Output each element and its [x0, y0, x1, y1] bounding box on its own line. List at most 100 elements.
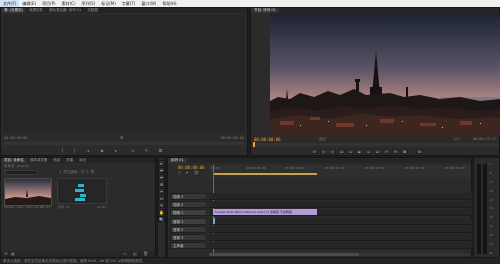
program-timebar[interactable]	[253, 142, 499, 147]
tab-metadata[interactable]: 元数据	[84, 8, 101, 13]
menu-file[interactable]: 文件(F)	[0, 0, 20, 7]
insert-icon[interactable]: ⇲	[131, 149, 134, 153]
track-header-v1[interactable]: 视频 1	[170, 209, 207, 216]
mark-in-button[interactable]: {	[320, 149, 327, 154]
track-lane-v1[interactable]: Sunset-Over-Tallinn-Estonia.mp4 [V] 透明度:…	[209, 209, 481, 216]
delete-icon[interactable]: 🗑	[143, 252, 148, 256]
tab-sequence[interactable]: 序列 01	[168, 158, 187, 163]
play-icon[interactable]: ▶	[101, 149, 104, 153]
track-name: 视频 1	[173, 211, 184, 215]
step-forward-icon[interactable]: ▸	[115, 149, 117, 153]
program-timecode-current[interactable]: 00:00:00:00	[254, 137, 281, 142]
track-lane-v2[interactable]	[209, 201, 481, 208]
export-frame-button[interactable]: ◘	[401, 149, 408, 154]
step-forward-button[interactable]: ▸	[365, 149, 372, 154]
step-back-button[interactable]: ◂	[347, 149, 354, 154]
track-header-master[interactable]: 主声道	[170, 242, 207, 249]
selection-tool[interactable]: ▸	[158, 160, 165, 166]
meter-tick: -30	[489, 207, 494, 211]
project-search-field[interactable]	[4, 170, 38, 175]
go-to-out-button[interactable]: ▸|	[374, 149, 381, 154]
menu-sequence[interactable]: 序列(S)	[79, 0, 99, 7]
meter-tick: -24	[489, 198, 494, 202]
program-fit-select[interactable]: 适合	[319, 137, 326, 142]
ruler-label: 00:00:10:00	[285, 166, 305, 170]
tab-effects[interactable]: 效果	[63, 158, 76, 163]
overwrite-icon[interactable]: ⇱	[145, 149, 148, 153]
tab-markers[interactable]: 标记	[76, 158, 89, 163]
time-ruler[interactable]: 00:00 00:00:05:00 00:00:10:00 00:00:15:0…	[209, 165, 471, 178]
track-header-a2[interactable]: 音频 2	[170, 226, 207, 233]
tab-info[interactable]: 信息	[50, 158, 63, 163]
track-lane-a1[interactable]	[209, 218, 481, 225]
new-item-icon[interactable]: ▤	[133, 252, 137, 256]
timeline-panel: 序列 01 00:00:00:00 ⊂ ▾ ⛓ 00:00 00:00:05:0…	[167, 157, 481, 258]
new-bin-icon[interactable]: ▭	[123, 252, 127, 256]
program-resolution-select[interactable]: 1/2	[453, 137, 459, 141]
source-timebar[interactable]	[3, 142, 245, 145]
menu-title[interactable]: 字幕(T)	[119, 0, 139, 7]
go-to-in-button[interactable]: |◂	[338, 149, 345, 154]
linked-selection-icon[interactable]: ⛓	[194, 171, 199, 175]
source-settings-icon[interactable]: ⚙	[120, 136, 124, 140]
audio-clip[interactable]	[213, 218, 215, 224]
snap-icon[interactable]: ⊂	[178, 171, 181, 175]
play-button[interactable]: ▶	[356, 149, 363, 154]
track-lane-master[interactable]	[209, 242, 481, 249]
slip-tool[interactable]: ⇔	[158, 195, 165, 201]
menu-window[interactable]: 窗口(W)	[138, 0, 159, 7]
tab-audio-mixer[interactable]: 音轨混合器: 序列 01	[46, 8, 84, 13]
hand-tool[interactable]: ✋	[158, 209, 165, 215]
ripple-edit-tool[interactable]: ⇹	[158, 174, 165, 180]
track-header-v2[interactable]: 视频 2	[170, 201, 207, 208]
settings-button[interactable]: ⚙	[416, 149, 423, 154]
tab-effect-controls[interactable]: 效果控件	[26, 8, 46, 13]
clip-duration: 12:22	[41, 205, 51, 209]
extract-button[interactable]: ⇞	[392, 149, 399, 154]
track-lane-a2[interactable]	[209, 226, 481, 233]
timeline-timecode[interactable]: 00:00:00:00	[178, 165, 205, 170]
tab-source[interactable]: 源: (无素材)	[1, 8, 27, 13]
rate-stretch-tool[interactable]: ⊞	[158, 181, 165, 187]
pen-tool[interactable]: ✎	[158, 202, 165, 208]
export-frame-icon[interactable]: ◘	[159, 149, 162, 153]
meter-tick: -48	[489, 234, 494, 238]
track-header-a1[interactable]: 音频 1	[170, 218, 207, 225]
timeline-scroll-thumb[interactable]	[209, 253, 359, 256]
track-lane-v3[interactable]	[209, 193, 481, 200]
mark-out-icon[interactable]: }	[73, 149, 76, 153]
step-back-icon[interactable]: ◂	[87, 149, 89, 153]
mark-in-icon[interactable]: {	[61, 149, 64, 153]
work-area-bar[interactable]	[213, 173, 317, 175]
track-lane-a3[interactable]	[209, 234, 481, 241]
menu-project[interactable]: 项目(P)	[39, 0, 59, 7]
track-header-v3[interactable]: 视频 3	[170, 193, 207, 200]
video-clip[interactable]: Sunset-Over-Tallinn-Estonia.mp4 [V] 透明度:…	[213, 209, 317, 215]
list-view-icon[interactable]: ☰	[4, 252, 8, 256]
clip-thumbnail[interactable]	[4, 178, 52, 206]
timeline-scrollbar[interactable]	[209, 253, 471, 256]
menu-help[interactable]: 帮助(H)	[159, 0, 179, 7]
program-timecode-duration: 00:00:12:22	[472, 137, 496, 141]
icon-view-icon[interactable]: ▦	[11, 252, 15, 256]
source-viewer[interactable]	[3, 15, 245, 133]
menu-edit[interactable]: 编辑(E)	[19, 0, 39, 7]
sequence-icon	[75, 184, 86, 201]
program-playhead[interactable]	[253, 142, 255, 147]
razor-tool[interactable]: ✂	[158, 188, 165, 194]
add-marker-button[interactable]: ▾	[311, 149, 318, 154]
track-header-a3[interactable]: 音频 3	[170, 234, 207, 241]
search-icon: ⌕	[5, 170, 7, 174]
tab-project[interactable]: 项目: 未命名	[1, 158, 27, 163]
menu-marker[interactable]: 标记(M)	[98, 0, 119, 7]
add-marker-icon[interactable]: ▾	[186, 171, 188, 175]
lift-button[interactable]: ⇡	[383, 149, 390, 154]
mark-out-button[interactable]: }	[329, 149, 336, 154]
tab-media-browser[interactable]: 媒体浏览器	[27, 158, 51, 163]
program-viewer[interactable]	[270, 13, 500, 136]
track-select-tool[interactable]: ⬌	[158, 167, 165, 173]
zoom-tool[interactable]: 🔍	[158, 216, 165, 222]
menu-clip[interactable]: 素材(C)	[59, 0, 79, 7]
sequence-item[interactable]	[57, 178, 107, 204]
project-footer: ☰ ▦ ▭ ▤ 🗑	[1, 251, 155, 257]
